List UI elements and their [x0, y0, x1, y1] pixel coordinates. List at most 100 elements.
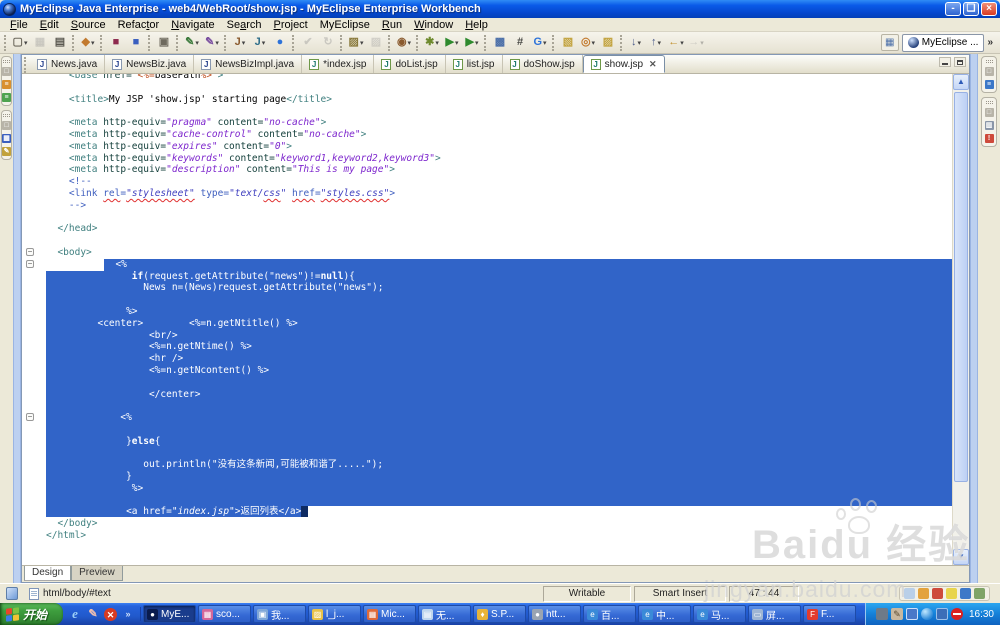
dropdown-arrow-icon[interactable]: ▾ — [700, 39, 704, 47]
perspective-button[interactable]: MyEclipse ... — [901, 33, 985, 52]
new-ear-button[interactable]: ▩ — [490, 33, 510, 52]
tab-NewsBizjava[interactable]: J NewsBiz.java — [105, 55, 195, 73]
menu-myeclipse[interactable]: MyEclipse — [314, 19, 376, 31]
taskbar-button[interactable]: e 中... — [638, 605, 692, 623]
tab-preview[interactable]: Preview — [71, 566, 123, 581]
tab-doShowjsp[interactable]: JdoShow.jsp — [503, 55, 583, 73]
close-button[interactable]: × — [981, 2, 997, 16]
taskbar-button[interactable]: ♦ S.P... — [473, 605, 527, 623]
dropdown-arrow-icon[interactable]: ▾ — [195, 39, 199, 47]
fastview-grip[interactable] — [3, 114, 10, 117]
external-tools-button[interactable]: ▶ ▾ — [462, 33, 482, 52]
blocked-icon[interactable] — [950, 608, 963, 620]
team-status-icon[interactable] — [974, 588, 985, 599]
tab-doListjsp[interactable]: JdoList.jsp — [374, 55, 446, 73]
warning-icon[interactable] — [946, 588, 957, 599]
web-status-icon[interactable] — [960, 588, 971, 599]
fold-marker-icon[interactable]: − — [26, 247, 34, 256]
hierarchy-icon[interactable]: ≡ — [2, 93, 11, 102]
open-folder-button[interactable]: ▨ — [598, 33, 618, 52]
last-edit-location-button[interactable]: ↓ ▾ — [626, 33, 646, 52]
menu-navigate[interactable]: Navigate — [165, 19, 220, 31]
tab-showjsp[interactable]: Jshow.jsp ✕ — [582, 55, 665, 73]
dropdown-arrow-icon[interactable]: ▾ — [242, 39, 246, 47]
database-explorer-button[interactable]: ▣ — [154, 33, 174, 52]
image-capture-button[interactable]: ▨ ▾ — [346, 33, 366, 52]
next-annotation-button[interactable]: ↑ ▾ — [646, 33, 666, 52]
taskbar-button[interactable]: ▣ 我... — [253, 605, 307, 623]
restore-button[interactable]: ❏ — [963, 2, 979, 16]
problems-icon[interactable]: ! — [984, 134, 994, 143]
back-button[interactable]: ← ▾ — [666, 33, 686, 52]
taskbar-button[interactable]: e 百... — [583, 605, 637, 623]
console-icon[interactable]: ▥ — [984, 121, 994, 130]
new-web-component-button[interactable]: ◆ ▾ — [78, 33, 98, 52]
taskbar-button[interactable]: ▤ 无... — [418, 605, 472, 623]
search-button[interactable]: ◎ ▾ — [578, 33, 598, 52]
menu-refactor[interactable]: Refactor — [112, 19, 166, 31]
dropdown-arrow-icon[interactable]: ▾ — [680, 39, 684, 47]
open-perspective-button[interactable]: ▦ — [880, 34, 899, 51]
package-explorer-icon[interactable]: ≡ — [2, 80, 11, 89]
fastview-grip[interactable] — [3, 60, 10, 63]
tab-design[interactable]: Design — [24, 566, 72, 581]
display-icon[interactable] — [905, 608, 918, 620]
dropdown-arrow-icon[interactable]: ▾ — [435, 39, 439, 47]
restore-pane-icon[interactable]: □ — [984, 67, 994, 76]
menu-project[interactable]: Project — [268, 19, 314, 31]
print-button[interactable]: ▤ — [50, 33, 70, 52]
scroll-up-arrow[interactable]: ▲ — [953, 74, 969, 90]
taskbar-button[interactable]: ▦ sco... — [198, 605, 252, 623]
dropdown-arrow-icon[interactable]: ▾ — [360, 39, 364, 47]
menu-window[interactable]: Window — [408, 19, 459, 31]
project-deploy-button[interactable]: ■ — [126, 33, 146, 52]
dropdown-arrow-icon[interactable]: ▾ — [91, 39, 95, 47]
tab-listjsp[interactable]: Jlist.jsp — [446, 55, 503, 73]
taskbar-button[interactable]: F F... — [803, 605, 857, 623]
fastview-grip[interactable] — [985, 60, 993, 63]
code-editor[interactable]: <base href="<%=basePath%>"> <title>My JS… — [22, 74, 969, 565]
snippets-icon[interactable]: ✎ — [2, 147, 11, 156]
maximize-editor-button[interactable] — [954, 57, 966, 67]
outline-icon[interactable]: ≡ — [984, 80, 994, 89]
network-icon[interactable] — [935, 608, 948, 620]
fastview-grip[interactable] — [985, 101, 993, 104]
restore-pane-icon[interactable]: □ — [984, 108, 994, 117]
grid-button[interactable]: # — [510, 33, 530, 52]
dropdown-arrow-icon[interactable]: ▾ — [475, 39, 479, 47]
tab-Newsjava[interactable]: J News.java — [30, 55, 106, 73]
fold-marker-icon[interactable]: − — [26, 413, 34, 422]
taskbar-button[interactable]: ▦ Mic... — [363, 605, 417, 623]
new-class-button[interactable]: ✎ ▾ — [182, 33, 202, 52]
taskbar-button[interactable]: ● htt... — [528, 605, 582, 623]
dropdown-arrow-icon[interactable]: ▾ — [455, 39, 459, 47]
left-sash[interactable] — [13, 54, 21, 583]
close-app-icon[interactable]: ✕ — [104, 607, 118, 621]
run-button[interactable]: ▶ ▾ — [442, 33, 462, 52]
more-chevron-icon[interactable]: » — [121, 607, 135, 621]
taskbar-button[interactable]: ▭ 屏... — [748, 605, 802, 623]
tab-indexjsp[interactable]: J *index.jsp — [302, 55, 375, 73]
menu-search[interactable]: Search — [221, 19, 268, 31]
perspective-more-icon[interactable]: » — [987, 37, 993, 48]
tab-close-icon[interactable]: ✕ — [649, 59, 657, 70]
dropdown-arrow-icon[interactable]: ▾ — [543, 39, 547, 47]
fold-marker-icon[interactable]: − — [26, 259, 34, 268]
debug-button[interactable]: ✱ ▾ — [422, 33, 442, 52]
image-view-icon[interactable]: ▦ — [2, 134, 11, 143]
dropdown-arrow-icon[interactable]: ▾ — [262, 39, 266, 47]
taskbar-button[interactable]: e 马... — [693, 605, 747, 623]
menu-file[interactable]: File — [4, 19, 34, 31]
dropdown-arrow-icon[interactable]: ▾ — [408, 39, 412, 47]
dropdown-arrow-icon[interactable]: ▾ — [592, 39, 596, 47]
web-browser-button[interactable]: ● — [270, 33, 290, 52]
restore-pane-icon[interactable]: □ — [2, 121, 11, 130]
server-status-icon[interactable] — [932, 588, 943, 599]
taskbar-button[interactable]: ▨ l_j... — [308, 605, 362, 623]
start-button[interactable]: 开始 — [0, 603, 64, 625]
restore-pane-icon[interactable]: □ — [2, 67, 11, 76]
deploy-module-button[interactable]: ■ — [106, 33, 126, 52]
pen-icon[interactable]: ✎ — [890, 608, 903, 620]
snapshot-button[interactable]: ◉ ▾ — [394, 33, 414, 52]
sync-view-icon[interactable] — [904, 588, 915, 599]
